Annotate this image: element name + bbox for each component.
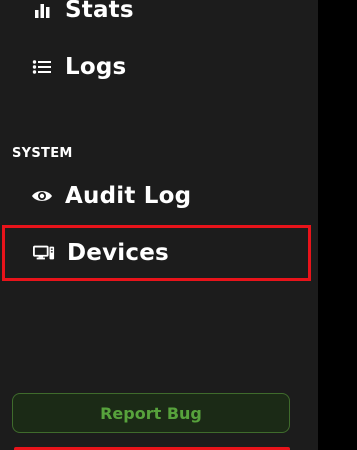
sidebar-item-stats[interactable]: Stats xyxy=(0,0,318,28)
sidebar-item-label: Devices xyxy=(67,240,169,266)
bar-chart-icon xyxy=(31,0,53,21)
sidebar: Stats Logs SYSTEM Audit Log Devices Repo… xyxy=(0,0,318,450)
content-area xyxy=(318,0,357,450)
sidebar-item-devices[interactable]: Devices xyxy=(2,225,311,281)
eye-icon xyxy=(31,185,53,207)
sidebar-item-label: Audit Log xyxy=(65,183,192,209)
sidebar-item-audit-log[interactable]: Audit Log xyxy=(0,178,318,214)
sidebar-item-logs[interactable]: Logs xyxy=(0,49,318,85)
sidebar-item-label: Logs xyxy=(65,54,127,80)
sidebar-item-label: Stats xyxy=(65,0,134,23)
report-bug-button[interactable]: Report Bug xyxy=(12,393,290,433)
devices-icon xyxy=(33,242,55,264)
section-title-system: SYSTEM xyxy=(12,146,73,161)
list-icon xyxy=(31,56,53,78)
